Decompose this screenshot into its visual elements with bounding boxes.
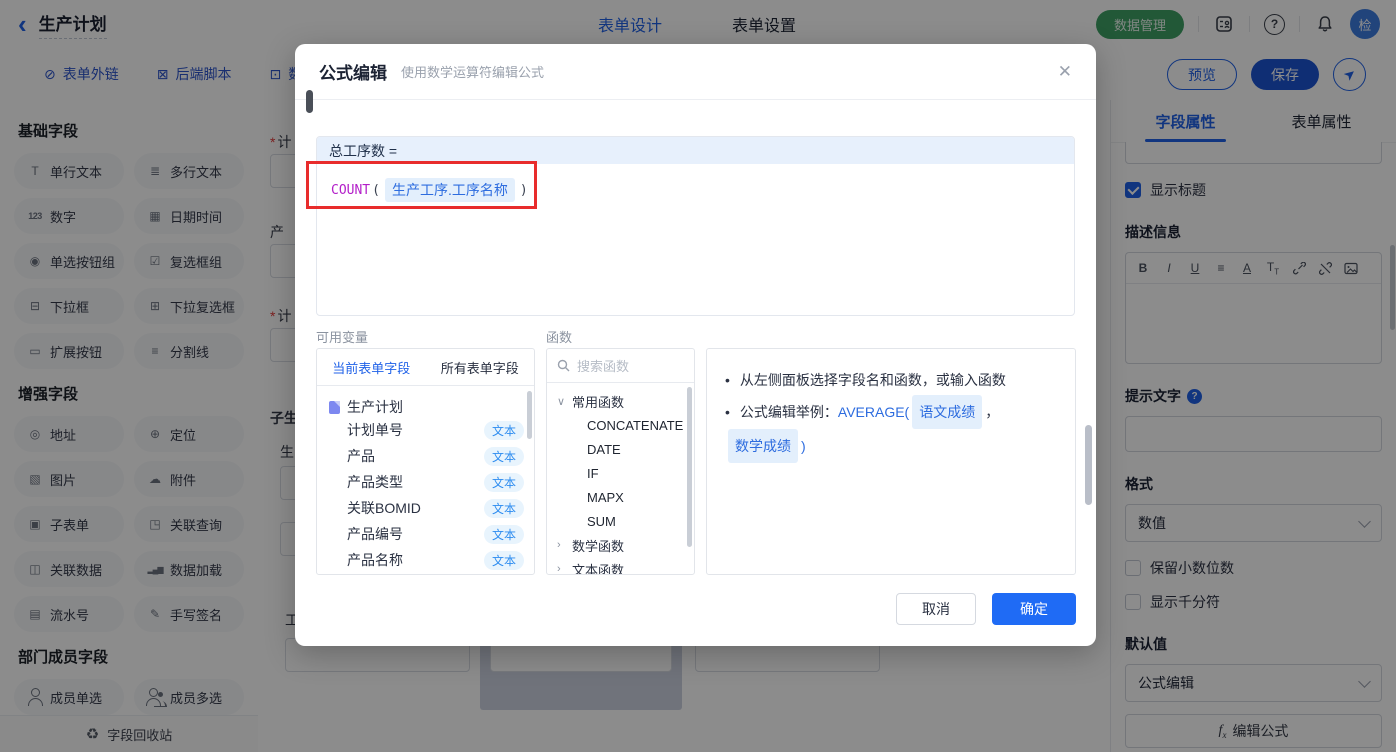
form-tree-root[interactable]: 生产计划	[329, 397, 534, 417]
tree-chevron-icon: ∨	[557, 395, 566, 408]
function-name: 文本函数	[572, 562, 625, 575]
tab-all-form-fields[interactable]: 所有表单字段	[441, 358, 519, 377]
function-list-item[interactable]: SUM	[547, 509, 694, 533]
variable-field-row[interactable]: 产品编号 文本	[347, 521, 524, 547]
function-list-item[interactable]: MAPX	[547, 485, 694, 509]
annotation-highlight-box	[306, 161, 537, 209]
function-name: MAPX	[587, 489, 624, 505]
function-name: SUM	[587, 513, 616, 529]
modal-header: 公式编辑 使用数学运算符编辑公式 ✕	[295, 44, 1096, 100]
function-list: ∨ 常用函数 CONCATENATE DATE IF MAPX SUM › 数学…	[547, 383, 694, 575]
variables-tabs: 当前表单字段 所有表单字段	[317, 349, 534, 386]
function-list-item[interactable]: DATE	[547, 437, 694, 461]
functions-panel: 搜索函数 ∨ 常用函数 CONCATENATE DATE IF MAPX SUM…	[546, 348, 695, 575]
modal-body-scrollbar-thumb[interactable]	[1085, 425, 1092, 505]
variables-heading: 可用变量	[316, 330, 369, 345]
field-type-badge: 文本	[483, 472, 524, 492]
function-search[interactable]: 搜索函数	[547, 349, 694, 383]
function-name: 数学函数	[572, 538, 625, 554]
variable-field-row[interactable]: 计划单号 文本	[347, 417, 524, 443]
variable-field-name: 产品名称	[347, 552, 403, 568]
variable-field-name: 产品类型	[347, 474, 403, 490]
canvas-scrollbar-thumb[interactable]	[306, 90, 313, 113]
field-type-badge: 文本	[483, 446, 524, 466]
close-icon[interactable]: ✕	[1058, 62, 1072, 82]
functions-scrollbar[interactable]	[687, 387, 692, 547]
help-tip: 从左侧面板选择字段名和函数，或输入函数	[725, 365, 1057, 395]
formula-editor-modal: 公式编辑 使用数学运算符编辑公式 ✕ 总工序数 = COUNT ( 生产工序.工…	[295, 44, 1096, 646]
example-chip: 语文成绩	[912, 395, 983, 429]
search-icon	[557, 359, 570, 372]
function-list-item[interactable]: IF	[547, 461, 694, 485]
modal-title: 公式编辑	[319, 64, 387, 83]
variable-field-row[interactable]: 关联BOMID 文本	[347, 495, 524, 521]
variable-field-row[interactable]: 产品 文本	[347, 443, 524, 469]
formula-editor[interactable]: 总工序数 = COUNT ( 生产工序.工序名称 )	[306, 136, 1075, 316]
variable-field-row[interactable]: 产品名称 文本	[347, 547, 524, 573]
formula-target-row: 总工序数 =	[317, 137, 1074, 164]
function-list-item[interactable]: CONCATENATE	[547, 413, 694, 437]
field-type-badge: 文本	[483, 524, 524, 544]
tree-chevron-icon: ›	[557, 563, 561, 575]
field-type-badge: 文本	[483, 498, 524, 518]
example-chip: 数学成绩	[728, 429, 798, 463]
cancel-button[interactable]: 取消	[896, 593, 976, 625]
function-list-item[interactable]: › 数学函数	[547, 533, 694, 557]
variable-field-name: 产品编号	[347, 526, 403, 542]
variable-field-row[interactable]: 产品类型 文本	[347, 469, 524, 495]
search-placeholder: 搜索函数	[577, 359, 630, 374]
variable-field-list: 计划单号 文本 产品 文本 产品类型 文本 关联BOMID 文本 产品编号 文本…	[317, 417, 534, 573]
variable-field-name: 产品	[347, 448, 375, 464]
variables-scrollbar[interactable]	[527, 391, 532, 439]
help-example: 公式编辑举例：AVERAGE(语文成绩，数学成绩)	[725, 395, 1057, 463]
modal-subtitle: 使用数学运算符编辑公式	[401, 65, 545, 80]
confirm-button[interactable]: 确定	[992, 593, 1076, 625]
function-name: IF	[587, 465, 599, 481]
formula-target: 总工序数	[329, 142, 385, 159]
functions-heading: 函数	[546, 330, 573, 345]
field-type-badge: 文本	[483, 420, 524, 440]
formula-help-panel: 从左侧面板选择字段名和函数，或输入函数 公式编辑举例：AVERAGE(语文成绩，…	[706, 348, 1076, 575]
field-type-badge: 文本	[483, 550, 524, 570]
modal-footer: 取消 确定	[896, 593, 1076, 625]
tree-chevron-icon: ›	[557, 539, 561, 551]
form-doc-icon	[329, 400, 340, 414]
function-list-item[interactable]: › 文本函数	[547, 557, 694, 575]
function-name: DATE	[587, 441, 621, 457]
variable-field-name: 计划单号	[347, 422, 403, 438]
variables-panel: 当前表单字段 所有表单字段 生产计划 计划单号 文本 产品 文本 产品类型 文本…	[316, 348, 535, 575]
function-list-item[interactable]: ∨ 常用函数	[547, 389, 694, 413]
variable-field-name: 关联BOMID	[347, 500, 421, 516]
equals-sign: =	[388, 142, 398, 159]
function-name: 常用函数	[572, 394, 625, 410]
tab-current-form-fields[interactable]: 当前表单字段	[332, 358, 410, 377]
function-name: CONCATENATE	[587, 417, 684, 433]
example-function: AVERAGE(	[837, 404, 910, 420]
